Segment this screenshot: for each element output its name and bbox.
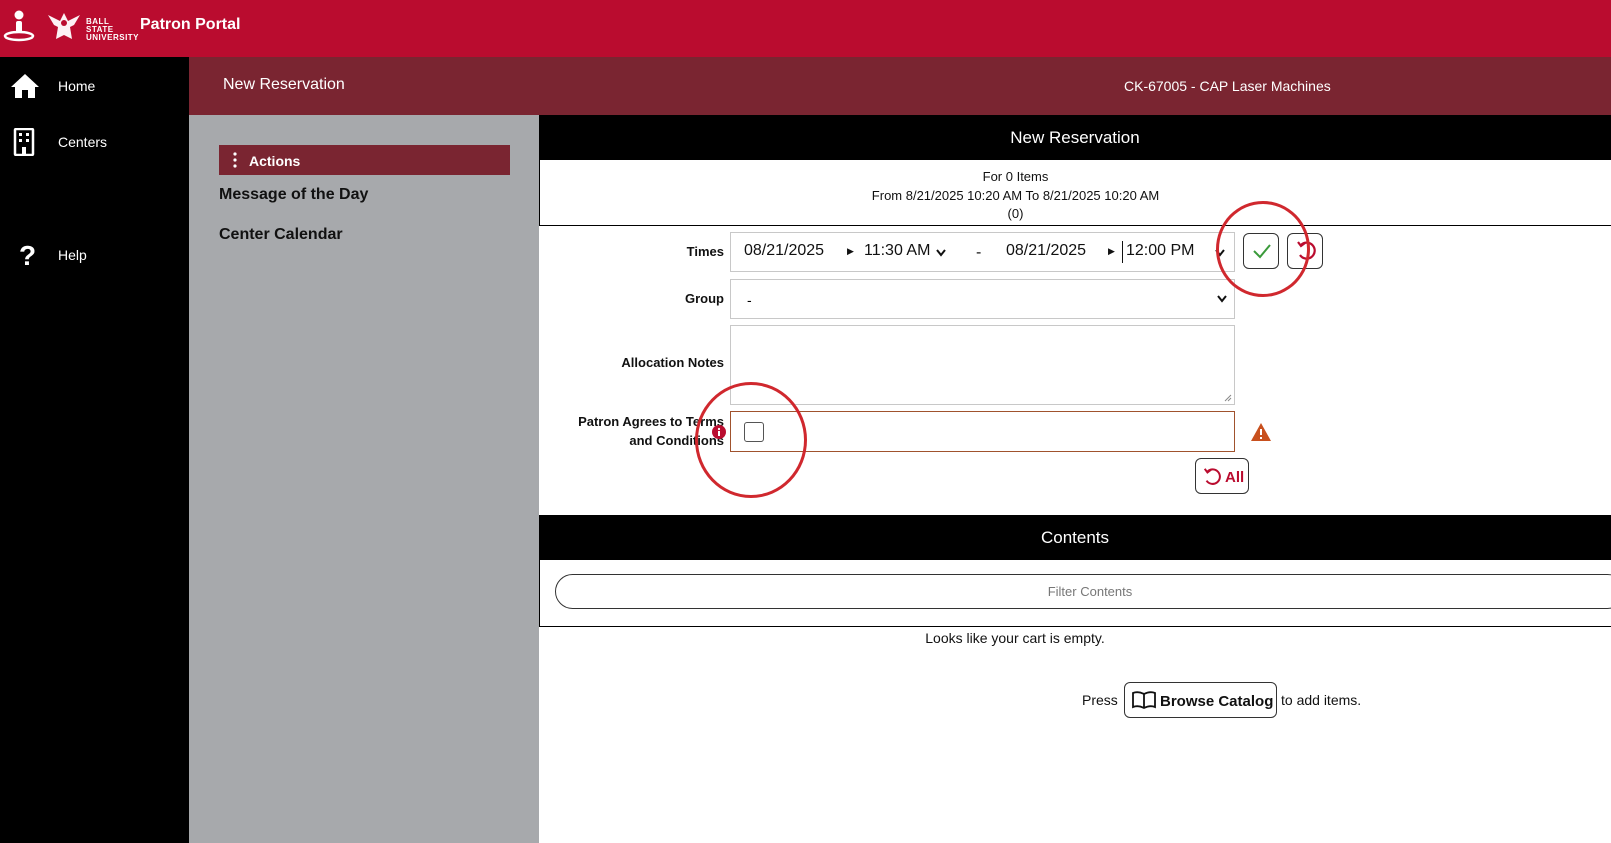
chevron-down-icon [936, 249, 946, 257]
reset-all-label: All [1225, 469, 1245, 486]
book-icon [1132, 691, 1156, 710]
kebab-menu-icon [233, 152, 237, 168]
terms-field [730, 411, 1235, 452]
user-icon[interactable] [2, 9, 36, 43]
sidebar-item-centers[interactable]: Centers [0, 122, 189, 162]
resize-handle-icon [1224, 394, 1232, 402]
filter-container [539, 560, 1611, 627]
times-field: 08/21/2025 ▶ 11:30 AM - 08/21/2025 ▶ 12:… [730, 232, 1235, 272]
reservation-summary: For 0 Items From 8/21/2025 10:20 AM To 8… [539, 160, 1611, 226]
text-cursor [1122, 241, 1123, 263]
question-icon: ? [19, 241, 36, 269]
center-calendar-link[interactable]: Center Calendar [219, 226, 343, 244]
app-title: Patron Portal [140, 16, 241, 33]
terms-label-line-1: Patron Agrees to Terms [578, 414, 724, 429]
reservation-section-header: New Reservation [539, 115, 1611, 160]
terms-label-line-2: and Conditions [629, 433, 724, 448]
browse-catalog-label: Browse Catalog [1160, 693, 1274, 710]
end-date-arrow-icon: ▶ [1108, 246, 1115, 256]
center-name: CK-67005 - CAP Laser Machines [1124, 78, 1331, 94]
undo-icon [1297, 241, 1316, 260]
sidebar-item-label: Centers [58, 134, 108, 150]
sidebar: Home Centers ? Help [0, 57, 189, 843]
home-icon [11, 74, 39, 98]
start-date-arrow-icon: ▶ [847, 246, 854, 256]
items-count-text: For 0 Items [982, 169, 1049, 184]
allocation-notes-textarea[interactable] [730, 325, 1235, 405]
sidebar-item-label: Home [58, 78, 96, 94]
main-content: New Reservation For 0 Items From 8/21/20… [539, 115, 1611, 843]
times-label: Times [686, 244, 724, 259]
page-header: New Reservation CK-67005 - CAP Laser Mac… [189, 57, 1611, 115]
time-range-separator: - [976, 244, 982, 261]
message-of-the-day-link[interactable]: Message of the Day [219, 186, 368, 204]
terms-label: Patron Agrees to Terms and Conditions [549, 412, 724, 450]
press-label: Press [1082, 692, 1118, 708]
actions-menu-button[interactable]: Actions [219, 145, 510, 175]
contents-section-header: Contents [539, 515, 1611, 560]
check-icon [1253, 244, 1271, 259]
terms-checkbox[interactable] [744, 422, 764, 442]
add-items-label: to add items. [1281, 692, 1362, 708]
warning-icon [1251, 423, 1271, 441]
action-panel: Actions Message of the Day Center Calend… [189, 115, 539, 843]
browse-catalog-button[interactable]: Browse Catalog [1124, 682, 1277, 718]
page-title: New Reservation [223, 76, 345, 93]
undo-times-button[interactable] [1287, 233, 1323, 269]
start-time-select[interactable]: 11:30 AM [864, 242, 930, 260]
filter-contents-input[interactable] [555, 574, 1611, 609]
reset-all-button[interactable]: All [1195, 458, 1249, 494]
top-bar: BALL STATE UNIVERSITY Patron Portal [0, 0, 1611, 57]
end-time-select[interactable]: 12:00 PM [1126, 242, 1194, 260]
group-label: Group [685, 291, 724, 306]
undo-icon [1203, 468, 1221, 485]
confirm-times-button[interactable] [1243, 233, 1279, 269]
group-select[interactable]: - [730, 279, 1235, 319]
sidebar-item-label: Help [58, 247, 87, 263]
building-icon [13, 128, 35, 156]
info-icon[interactable] [712, 425, 726, 439]
actions-label: Actions [249, 153, 301, 169]
chevron-down-icon [1215, 249, 1225, 257]
reservation-count-text: (0) [1007, 206, 1024, 221]
sidebar-item-home[interactable]: Home [0, 66, 189, 106]
svg-text:?: ? [19, 241, 36, 269]
reservation-range-text: From 8/21/2025 10:20 AM To 8/21/2025 10:… [871, 188, 1160, 203]
empty-cart-message: Looks like your cart is empty. [925, 630, 1105, 646]
group-selected-value: - [747, 292, 752, 308]
end-date-input[interactable]: 08/21/2025 [1006, 242, 1086, 260]
chevron-down-icon [1217, 295, 1227, 303]
start-date-input[interactable]: 08/21/2025 [744, 242, 824, 260]
sidebar-item-help[interactable]: ? Help [0, 235, 189, 275]
allocation-notes-label: Allocation Notes [621, 355, 724, 370]
cardinal-logo-icon [48, 13, 80, 39]
university-logo-text: BALL STATE UNIVERSITY [86, 17, 140, 42]
